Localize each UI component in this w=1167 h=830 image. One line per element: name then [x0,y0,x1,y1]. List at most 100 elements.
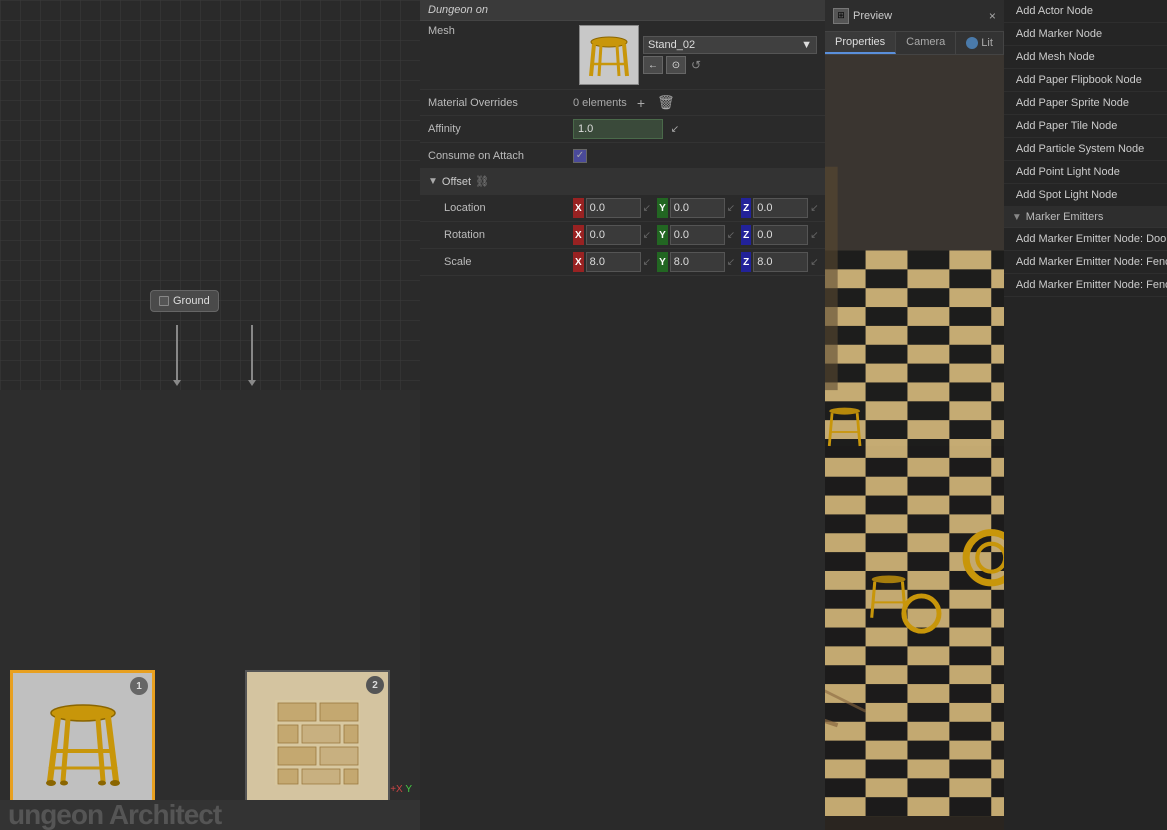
location-y-input[interactable] [670,198,725,218]
menu-item-add-marker-emitter-fenceseparator[interactable]: Add Marker Emitter Node: FenceSeparator [1004,274,1167,297]
rotation-x-input[interactable] [586,225,641,245]
brick-svg [270,695,365,790]
preview-header: ⊞ Preview × [825,0,1004,32]
marker-emitters-section-header[interactable]: ▼ Marker Emitters [1004,207,1167,228]
menu-item-label: Add Marker Emitter Node: Fence [1016,256,1167,268]
material-overrides-label: Material Overrides [428,97,573,109]
location-label: Location [428,202,573,214]
offset-label: Offset [442,176,471,188]
preview-tabs: Properties Camera Lit [825,32,1004,55]
consume-on-attach-checkbox[interactable] [573,149,587,163]
menu-item-label: Add Point Light Node [1016,166,1120,178]
coord-y-label: Y [405,784,412,795]
location-x-input[interactable] [586,198,641,218]
menu-item-add-paper-sprite-node[interactable]: Add Paper Sprite Node [1004,92,1167,115]
menu-item-add-paper-flipbook-node[interactable]: Add Paper Flipbook Node [1004,69,1167,92]
rotation-z-indicator: ↙ [810,230,818,241]
lit-icon [966,37,978,49]
consume-on-attach-row: Consume on Attach [420,143,825,169]
node-thumb-2[interactable]: 2 [245,670,390,815]
menu-item-label: Add Particle System Node [1016,143,1144,155]
tab-properties-label: Properties [835,36,885,48]
mesh-label: Mesh [428,25,573,37]
coord-indicator: +X Y [390,784,412,795]
menu-item-label: Add Marker Emitter Node: Door [1016,233,1167,245]
menu-item-add-marker-emitter-fence[interactable]: Add Marker Emitter Node: Fence [1004,251,1167,274]
location-z-indicator: ↙ [810,203,818,214]
node-graph-panel: Ground [0,0,420,830]
menu-item-add-marker-emitter-door[interactable]: Add Marker Emitter Node: Door [1004,228,1167,251]
properties-header-text: Dungeon on [428,4,488,16]
remove-override-btn[interactable]: 🗑 [655,93,677,112]
menu-item-label: Add Paper Flipbook Node [1016,74,1142,86]
menu-item-label: Add Paper Sprite Node [1016,97,1129,109]
rotation-z-input[interactable] [753,225,808,245]
menu-item-add-point-light-node[interactable]: Add Point Light Node [1004,161,1167,184]
tab-lit-label: Lit [981,37,993,49]
location-y-label: Y [657,198,668,218]
scale-y-input[interactable] [670,252,725,272]
location-z-input[interactable] [753,198,808,218]
mesh-dropdown[interactable]: Stand_02 ▼ [643,36,817,54]
scale-z-label: Z [741,252,751,272]
menu-item-add-marker-node[interactable]: Add Marker Node [1004,23,1167,46]
mesh-search-btn[interactable]: ⊙ [666,56,686,74]
offset-section[interactable]: ▼ Offset ⛓ [420,169,825,195]
scale-row: Scale X ↙ Y ↙ Z ↙ [420,249,825,276]
properties-header: Dungeon on [420,0,825,21]
menu-item-label: Add Marker Node [1016,28,1102,40]
offset-toggle-icon: ▼ [428,176,438,187]
viewport[interactable]: X Y + [825,55,1004,830]
node-graph-area[interactable]: Ground [0,0,420,390]
section-triangle-icon: ▼ [1012,212,1022,223]
scale-y-label: Y [657,252,668,272]
chevron-down-icon: ▼ [801,39,812,51]
menu-item-label: Add Paper Tile Node [1016,120,1118,132]
marker-emitters-label: Marker Emitters [1026,211,1104,223]
node-thumb-1[interactable]: 1 [10,670,155,815]
menu-item-add-paper-tile-node[interactable]: Add Paper Tile Node [1004,115,1167,138]
menu-item-label: Add Marker Emitter Node: FenceSeparator [1016,279,1167,291]
material-overrides-row: Material Overrides 0 elements + 🗑 [420,90,825,116]
tab-camera[interactable]: Camera [896,32,956,54]
rotation-y-input[interactable] [670,225,725,245]
add-override-btn[interactable]: + [635,94,647,112]
node-badge-2: 2 [366,676,384,694]
tab-camera-label: Camera [906,36,945,48]
scale-x-input[interactable] [586,252,641,272]
menu-item-add-mesh-node[interactable]: Add Mesh Node [1004,46,1167,69]
mesh-preview-thumb [579,25,639,85]
rotation-x-indicator: ↙ [643,230,651,241]
scale-x-indicator: ↙ [643,257,651,268]
location-y-indicator: ↙ [727,203,735,214]
rotation-row: Rotation X ↙ Y ↙ Z ↙ [420,222,825,249]
consume-on-attach-label: Consume on Attach [428,150,573,162]
thumb-image-1 [13,673,152,812]
menu-item-add-spot-light-node[interactable]: Add Spot Light Node [1004,184,1167,207]
scale-y-indicator: ↙ [727,257,735,268]
mesh-reset-btn[interactable]: ↺ [689,58,703,72]
scale-z-indicator: ↙ [810,257,818,268]
thumb-image-2 [247,672,388,813]
scale-z-input[interactable] [753,252,808,272]
scene-svg: X Y + [825,55,1004,830]
preview-close-btn[interactable]: × [989,9,996,23]
tab-properties[interactable]: Properties [825,32,896,54]
menu-item-add-actor-node[interactable]: Add Actor Node [1004,0,1167,23]
tab-lit[interactable]: Lit [956,32,1004,54]
bottom-bar: ungeon Architect [0,800,420,830]
ground-node[interactable]: Ground [150,290,219,312]
affinity-row: Affinity ↙ [420,116,825,143]
menu-item-add-particle-system-node[interactable]: Add Particle System Node [1004,138,1167,161]
location-z-label: Z [741,198,751,218]
mesh-back-btn[interactable]: ← [643,56,663,74]
node-badge-1: 1 [130,677,148,695]
scale-x-label: X [573,252,584,272]
rotation-y-label: Y [657,225,668,245]
add-nodes-panel: Add Actor Node Add Marker Node Add Mesh … [1004,0,1167,830]
affinity-indicator: ↙ [667,121,683,137]
affinity-input[interactable] [573,119,663,139]
rotation-z-label: Z [741,225,751,245]
properties-panel: Dungeon on Mesh [420,0,825,830]
rotation-x-label: X [573,225,584,245]
